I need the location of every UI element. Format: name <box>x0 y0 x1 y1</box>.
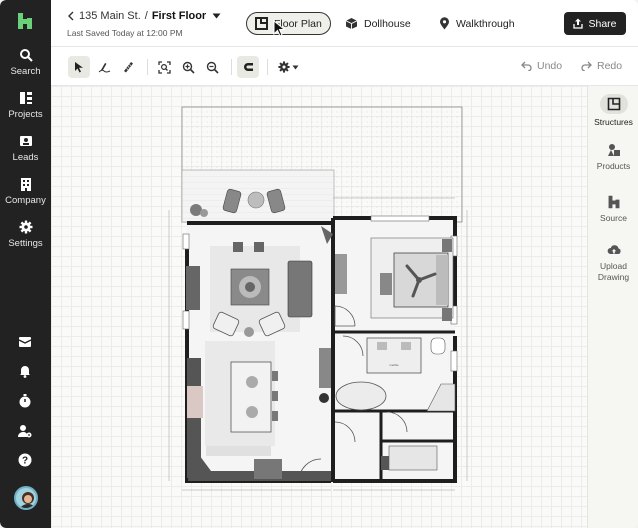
products-icon <box>607 144 620 156</box>
select-tool-button[interactable] <box>68 56 90 78</box>
breadcrumb-parent[interactable]: 135 Main St. <box>79 10 141 22</box>
toolbar-divider <box>231 59 232 75</box>
redo-label: Redo <box>597 60 623 72</box>
avatar[interactable] <box>14 486 38 510</box>
avatar-image-icon <box>16 488 36 508</box>
location-pin-icon <box>440 17 449 30</box>
user-settings-icon[interactable] <box>17 423 33 439</box>
panel-label-source: Source <box>600 213 627 223</box>
settings-icon <box>19 220 32 234</box>
gear-icon <box>277 61 290 73</box>
structures-icon <box>607 97 620 111</box>
dollhouse-cube-icon <box>345 18 358 29</box>
caret-down-icon <box>292 65 298 69</box>
leads-icon <box>19 136 32 146</box>
panel-item-source[interactable]: Source <box>588 195 638 224</box>
nav-label-leads: Leads <box>12 152 39 163</box>
nav-item-search[interactable]: Search <box>0 48 51 77</box>
brand-logo-icon[interactable] <box>16 12 34 30</box>
caret-down-icon[interactable] <box>212 13 221 19</box>
mail-icon[interactable] <box>17 334 33 350</box>
right-panel: Structures Products Source Upload Drawin… <box>587 86 638 528</box>
redo-button[interactable]: Redo <box>581 60 622 72</box>
share-label: Share <box>588 17 617 30</box>
share-button[interactable]: Share <box>564 12 626 35</box>
nav-label-projects: Projects <box>8 109 43 120</box>
nav-label-search: Search <box>10 66 41 77</box>
draw-tool-button[interactable] <box>93 56 115 78</box>
undo-button[interactable]: Undo <box>521 60 562 72</box>
undo-icon <box>521 61 532 71</box>
zoom-in-icon <box>182 61 195 74</box>
nav-item-company[interactable]: Company <box>0 177 51 206</box>
redo-icon <box>581 61 592 71</box>
pointer-arrow-icon <box>74 62 83 73</box>
nav-label-settings: Settings <box>8 238 43 249</box>
panel-item-products[interactable]: Products <box>588 143 638 172</box>
panel-label-upload-drawing: Upload Drawing <box>597 261 630 282</box>
help-icon[interactable]: ? <box>17 452 33 468</box>
svg-text:marble: marble <box>389 363 399 367</box>
undo-label: Undo <box>537 60 563 72</box>
floor-plan-icon <box>255 17 268 30</box>
tab-walkthrough-label: Walkthrough <box>456 17 515 30</box>
panel-item-structures[interactable]: Structures <box>588 94 638 128</box>
zoom-out-icon <box>206 61 219 74</box>
nav-item-leads[interactable]: Leads <box>0 134 51 163</box>
breadcrumb-current-floor[interactable]: First Floor <box>152 10 206 22</box>
measure-tool-button[interactable] <box>117 56 139 78</box>
left-nav: Search Projects Leads Company Settings ? <box>0 0 51 528</box>
tab-dollhouse-label: Dollhouse <box>364 17 411 30</box>
nav-label-company: Company <box>5 195 46 206</box>
nav-item-projects[interactable]: Projects <box>0 91 51 120</box>
header: 135 Main St. / First Floor Last Saved To… <box>51 0 638 47</box>
panel-label-products: Products <box>596 161 631 171</box>
timer-icon[interactable] <box>17 393 33 409</box>
toolbar-divider <box>267 59 268 75</box>
panel-label-structures: Structures <box>594 117 633 127</box>
search-icon <box>19 49 33 62</box>
app-window: Search Projects Leads Company Settings ? <box>0 0 638 528</box>
tab-dollhouse[interactable]: Dollhouse <box>337 12 419 35</box>
share-icon <box>573 18 584 29</box>
zoom-in-button[interactable] <box>177 56 199 78</box>
toolbar: Undo Redo <box>51 47 638 86</box>
source-logo-icon <box>608 195 619 209</box>
projects-icon <box>19 92 32 104</box>
toolbar-divider <box>147 59 148 75</box>
floor-plan-canvas[interactable]: marble <box>51 86 587 528</box>
structures-icon-box <box>599 94 628 114</box>
bell-icon[interactable] <box>17 363 33 379</box>
nav-item-settings[interactable]: Settings <box>0 220 51 249</box>
breadcrumb-separator: / <box>144 10 148 22</box>
magnet-icon <box>243 63 253 71</box>
floor-plan-drawing[interactable]: marble <box>51 86 587 528</box>
last-saved-text: Last Saved Today at 12:00 PM <box>67 28 183 38</box>
zoom-fit-icon <box>157 60 171 74</box>
chevron-left-icon[interactable] <box>67 11 75 21</box>
zoom-fit-button[interactable] <box>153 56 175 78</box>
settings-dropdown-button[interactable] <box>275 56 301 78</box>
pen-draw-icon <box>98 63 110 73</box>
zoom-out-button[interactable] <box>201 56 223 78</box>
ruler-icon <box>124 62 133 73</box>
snap-magnet-button[interactable] <box>237 56 259 78</box>
breadcrumb: 135 Main St. / First Floor <box>67 10 221 22</box>
panel-item-upload-drawing[interactable]: Upload Drawing <box>588 243 638 283</box>
tab-walkthrough[interactable]: Walkthrough <box>431 12 523 35</box>
mouse-cursor-icon <box>273 20 286 37</box>
company-icon <box>20 178 31 191</box>
tab-floor-plan[interactable]: Floor Plan <box>246 12 331 35</box>
cloud-upload-icon <box>607 245 621 254</box>
svg-text:?: ? <box>22 456 28 467</box>
